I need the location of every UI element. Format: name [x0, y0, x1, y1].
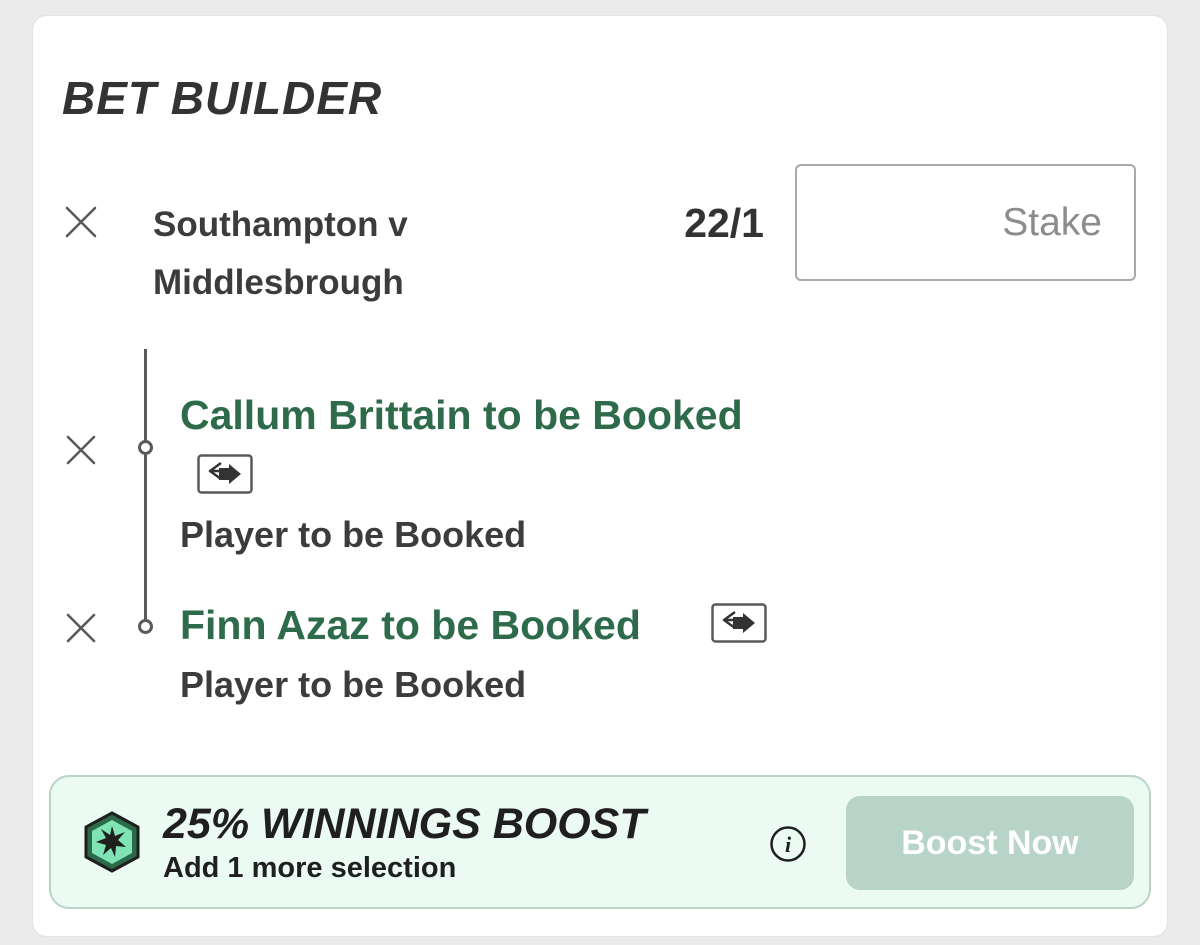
remove-selection-close-icon[interactable] [61, 608, 101, 648]
bet-builder-title: BET BUILDER [62, 72, 383, 124]
swap-icon[interactable] [197, 454, 253, 494]
boost-now-button[interactable]: Boost Now [846, 796, 1134, 890]
info-icon[interactable]: i [769, 825, 807, 863]
timeline-node [138, 619, 153, 634]
remove-selection-close-icon[interactable] [61, 430, 101, 470]
boost-subtitle: Add 1 more selection [163, 852, 457, 884]
boost-title: 25% WINNINGS BOOST [163, 800, 646, 848]
selections-timeline [144, 349, 147, 627]
selection-name[interactable]: Finn Azaz to be Booked [180, 600, 641, 650]
event-name: Southampton v Middlesbrough [153, 205, 408, 302]
info-glyph: i [785, 832, 792, 857]
selection-name[interactable]: Callum Brittain to be Booked [180, 390, 743, 440]
stake-input[interactable] [795, 164, 1136, 281]
timeline-node [138, 440, 153, 455]
selection-market: Player to be Booked [180, 514, 527, 555]
selection-market: Player to be Booked [180, 664, 527, 705]
remove-bet-close-icon[interactable] [61, 202, 101, 242]
boost-badge-icon [82, 811, 142, 873]
bet-odds: 22/1 [684, 200, 764, 246]
swap-icon[interactable] [711, 603, 767, 643]
